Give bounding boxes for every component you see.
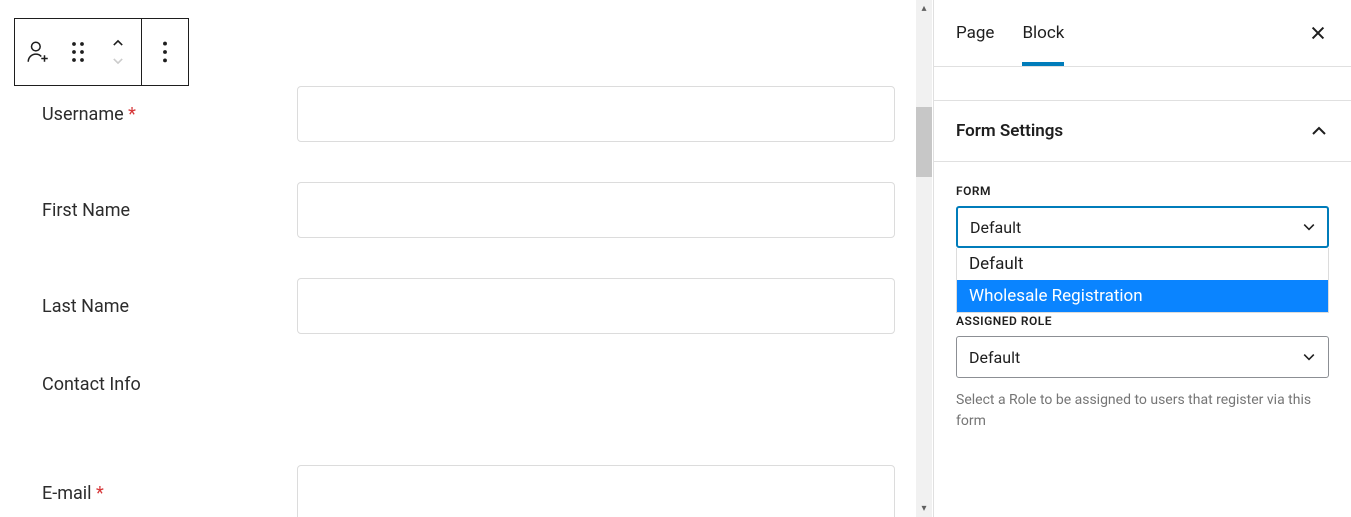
scroll-up-arrow[interactable]: ▴: [916, 0, 932, 17]
panel-title: Form Settings: [956, 121, 1063, 141]
chevron-down-icon: [1301, 349, 1317, 365]
form-option-default[interactable]: Default: [957, 248, 1328, 280]
field-label: First Name: [42, 200, 287, 221]
field-label: Username *: [42, 104, 287, 125]
username-input[interactable]: [297, 86, 895, 142]
chevron-up-icon: [1309, 121, 1329, 141]
email-input[interactable]: [297, 465, 895, 517]
form-select-dropdown: Default Wholesale Registration: [956, 248, 1329, 313]
panel-spacer: [934, 67, 1351, 101]
section-heading-contact: Contact Info: [42, 374, 895, 395]
field-label: Last Name: [42, 296, 287, 317]
tab-page[interactable]: Page: [956, 0, 994, 66]
required-asterisk: *: [96, 483, 104, 504]
panel-form-settings-header[interactable]: Form Settings: [934, 101, 1351, 162]
user-plus-icon[interactable]: [25, 39, 51, 65]
move-up-button[interactable]: [105, 34, 131, 52]
settings-sidebar: Page Block Form Settings FORM Default: [933, 0, 1351, 517]
form-select-value: Default: [970, 218, 1021, 237]
required-asterisk: *: [128, 104, 136, 125]
block-toolbar: [14, 18, 189, 86]
editor-canvas: Username * First Name Last Name Contact …: [0, 0, 915, 517]
chevron-down-icon: [1301, 219, 1317, 235]
role-select-value: Default: [969, 348, 1020, 367]
last-name-input[interactable]: [297, 278, 895, 334]
vertical-scrollbar[interactable]: ▴ ▾: [915, 0, 933, 517]
form-select[interactable]: Default: [956, 206, 1329, 248]
scrollbar-thumb[interactable]: [916, 107, 932, 177]
field-row-first-name: First Name: [42, 182, 895, 238]
field-row-email: E-mail *: [42, 465, 895, 517]
first-name-input[interactable]: [297, 182, 895, 238]
field-row-username: Username *: [42, 86, 895, 142]
close-sidebar-button[interactable]: [1307, 22, 1329, 44]
registration-form-preview: Username * First Name Last Name Contact …: [14, 14, 895, 517]
role-help-text: Select a Role to be assigned to users th…: [956, 390, 1329, 432]
assigned-role-select[interactable]: Default: [956, 336, 1329, 378]
form-option-wholesale[interactable]: Wholesale Registration: [957, 280, 1328, 312]
field-label: E-mail *: [42, 483, 287, 504]
block-options-button[interactable]: [152, 39, 178, 65]
role-select-label: ASSIGNED ROLE: [956, 314, 1329, 328]
field-row-last-name: Last Name: [42, 278, 895, 334]
scroll-down-arrow[interactable]: ▾: [916, 500, 932, 517]
move-down-button[interactable]: [105, 52, 131, 70]
tab-block[interactable]: Block: [1022, 0, 1064, 66]
drag-handle-icon[interactable]: [65, 39, 91, 65]
form-select-label: FORM: [956, 184, 1329, 198]
